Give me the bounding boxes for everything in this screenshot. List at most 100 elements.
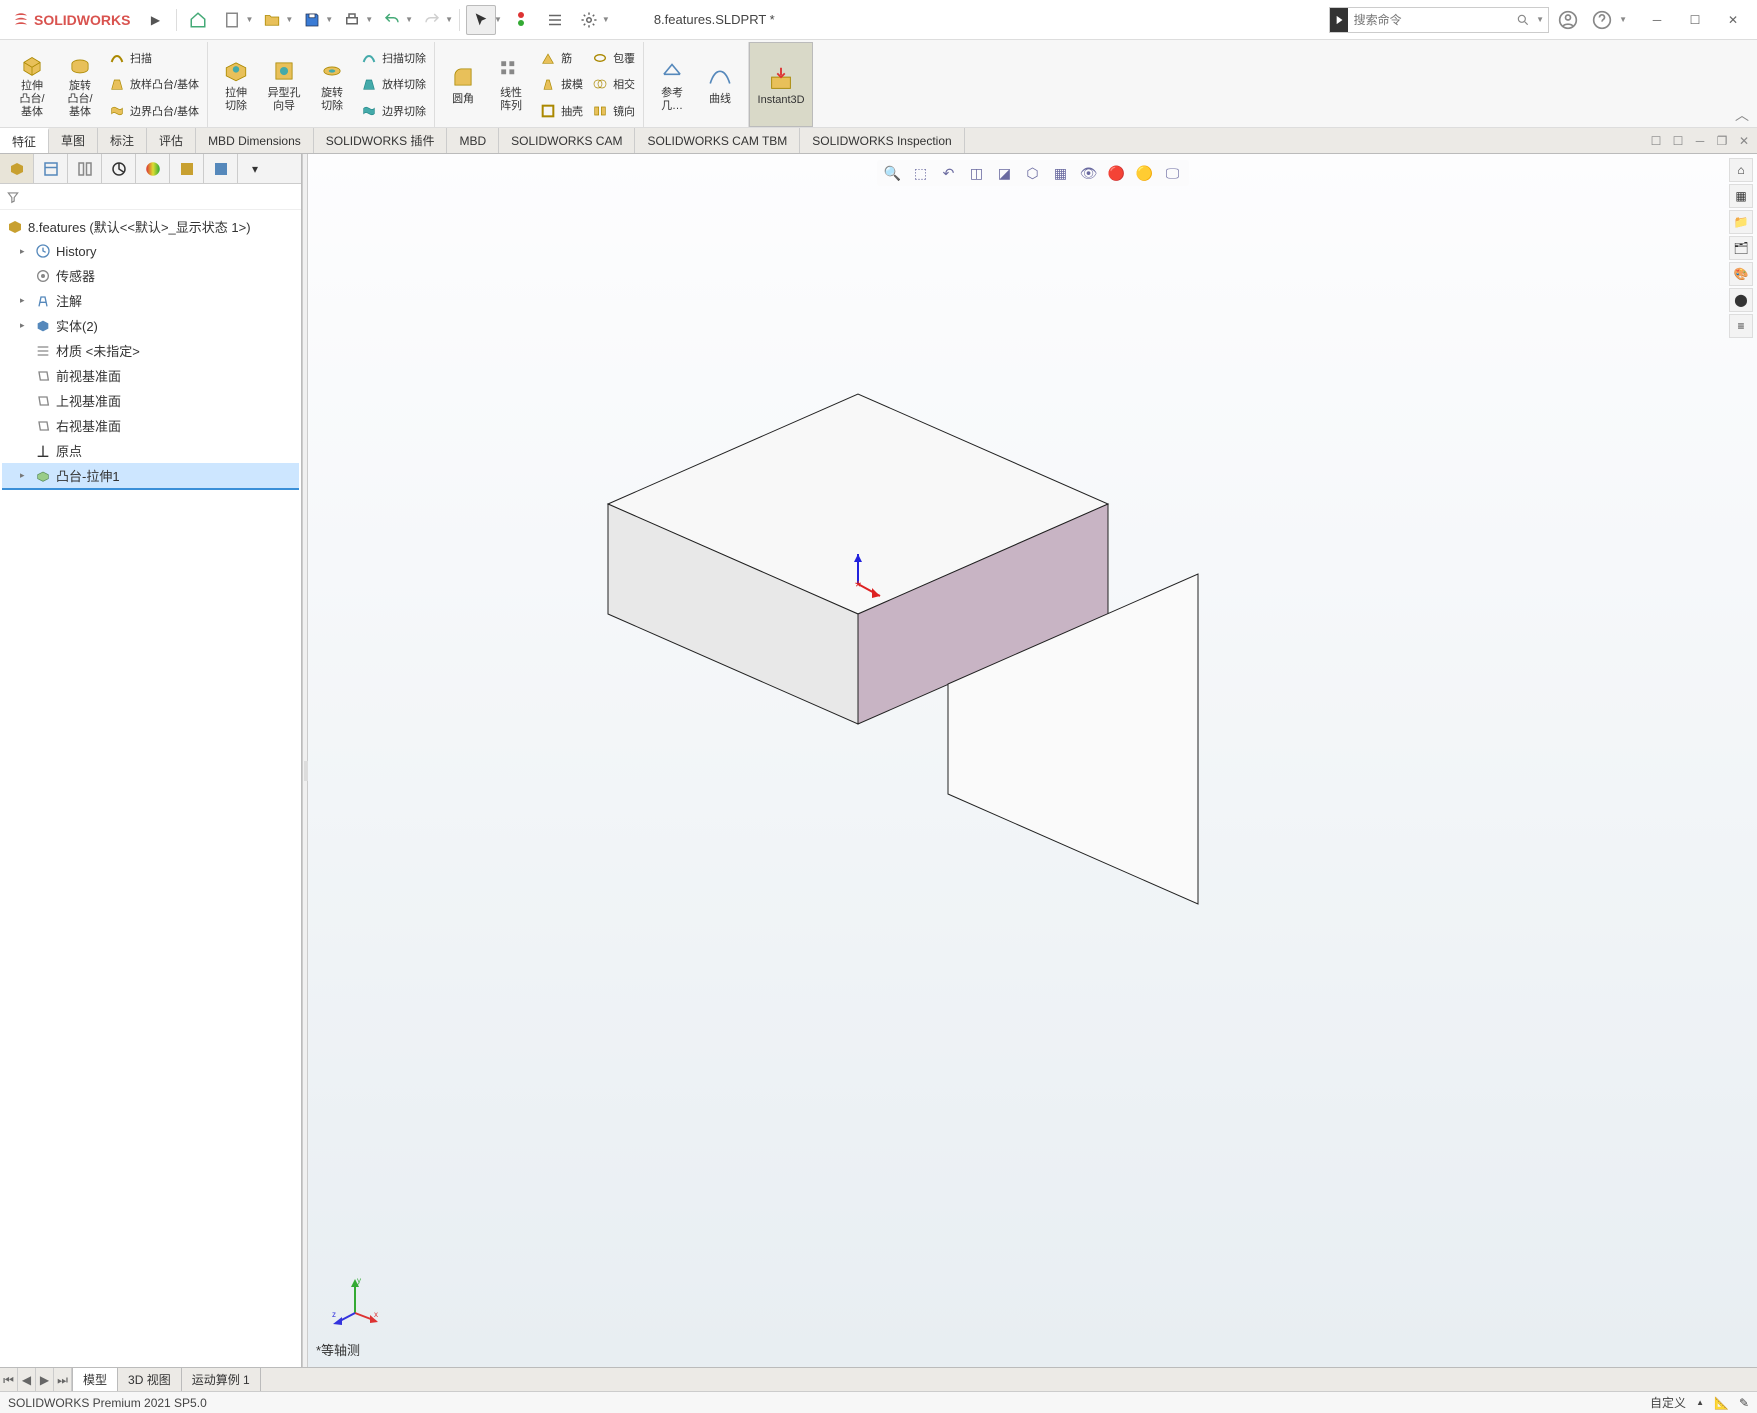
tp-file-explorer-icon[interactable]: 🗂 [1729, 236, 1753, 260]
open-icon[interactable] [257, 5, 287, 35]
fillet-button[interactable]: 圆角 [439, 44, 487, 125]
loft-boss-button[interactable]: 放样凸台/基体 [108, 73, 199, 95]
traffic-light-icon[interactable] [506, 5, 536, 35]
doc-prev-icon[interactable]: ☐ [1647, 134, 1665, 148]
select-dropdown-icon[interactable]: ▼ [494, 15, 502, 24]
fm-display-icon[interactable] [170, 154, 204, 183]
bottom-tab-model[interactable]: 模型 [73, 1368, 118, 1391]
prev-view-icon[interactable]: ↶ [937, 162, 961, 184]
tab-cam[interactable]: SOLIDWORKS CAM [499, 128, 635, 153]
options-gear-icon[interactable] [574, 5, 604, 35]
doc-restore-icon[interactable]: ❐ [1713, 134, 1731, 148]
search-icon[interactable] [1515, 13, 1533, 27]
tp-design-lib-icon[interactable]: 📁 [1729, 210, 1753, 234]
doc-close-icon[interactable]: ✕ [1735, 134, 1753, 148]
new-icon[interactable] [217, 5, 247, 35]
undo-icon[interactable] [377, 5, 407, 35]
extrude-cut-button[interactable]: 拉伸 切除 [212, 44, 260, 125]
revolve-cut-button[interactable]: 旋转 切除 [308, 44, 356, 125]
status-units-icon[interactable]: 📐 [1714, 1396, 1729, 1410]
section-view-icon[interactable]: ◫ [965, 162, 989, 184]
search-input[interactable] [1348, 8, 1515, 32]
zoom-fit-icon[interactable]: 🔍 [881, 162, 905, 184]
maximize-button[interactable]: ☐ [1677, 6, 1713, 34]
tree-filter[interactable] [0, 184, 301, 210]
ref-geometry-button[interactable]: 参考 几… [648, 44, 696, 125]
doc-minimize-icon[interactable]: ─ [1691, 134, 1709, 148]
mirror-button[interactable]: 镜向 [591, 100, 635, 122]
feature-tree[interactable]: 8.features (默认<<默认>_显示状态 1>) ▸History 传感… [0, 210, 301, 1367]
instant3d-button[interactable]: Instant3D [749, 42, 813, 127]
tree-item-right-plane[interactable]: 右视基准面 [2, 413, 299, 438]
hide-show-icon[interactable]: 👁 [1077, 162, 1101, 184]
search-dropdown-icon[interactable]: ▼ [1536, 15, 1544, 24]
tab-features[interactable]: 特征 [0, 128, 49, 153]
view-triad[interactable]: y x z [330, 1275, 380, 1325]
view-orient-icon[interactable]: ⬡ [1021, 162, 1045, 184]
sweep-boss-button[interactable]: 扫描 [108, 47, 199, 69]
boundary-boss-button[interactable]: 边界凸台/基体 [108, 100, 199, 122]
collapse-ribbon-icon[interactable]: ︿ [1735, 105, 1749, 125]
tab-mbd[interactable]: MBD [447, 128, 499, 153]
sweep-cut-button[interactable]: 扫描切除 [360, 47, 426, 69]
save-dropdown-icon[interactable]: ▼ [325, 15, 333, 24]
tab-evaluate[interactable]: 评估 [147, 128, 196, 153]
extrude-boss-button[interactable]: 拉伸 凸台/ 基体 [8, 44, 56, 125]
home-icon[interactable] [183, 5, 213, 35]
zoom-area-icon[interactable]: ⬚ [909, 162, 933, 184]
tree-item-annotations[interactable]: ▸注解 [2, 288, 299, 313]
tab-cam-tbm[interactable]: SOLIDWORKS CAM TBM [635, 128, 800, 153]
wrap-button[interactable]: 包覆 [591, 47, 635, 69]
status-custom[interactable]: 自定义 [1650, 1394, 1686, 1411]
fm-more-icon[interactable]: ▾ [238, 154, 272, 183]
options-dropdown-icon[interactable]: ▼ [602, 15, 610, 24]
loft-cut-button[interactable]: 放样切除 [360, 73, 426, 95]
tab-mbd-dim[interactable]: MBD Dimensions [196, 128, 314, 153]
tree-root[interactable]: 8.features (默认<<默认>_显示状态 1>) [2, 214, 299, 239]
select-icon[interactable] [466, 5, 496, 35]
tp-appearances-icon[interactable]: ⬤ [1729, 288, 1753, 312]
tab-nav-prev-icon[interactable]: ◀ [18, 1368, 36, 1392]
open-dropdown-icon[interactable]: ▼ [285, 15, 293, 24]
doc-next-icon[interactable]: ☐ [1669, 134, 1687, 148]
tree-item-bodies[interactable]: ▸实体(2) [2, 313, 299, 338]
expand-menu-icon[interactable]: ▶ [140, 5, 170, 35]
fm-config-icon[interactable] [68, 154, 102, 183]
minimize-button[interactable]: ─ [1639, 6, 1675, 34]
dyn-section-icon[interactable]: ◪ [993, 162, 1017, 184]
rib-button[interactable]: 筋 [539, 47, 583, 69]
boundary-cut-button[interactable]: 边界切除 [360, 100, 426, 122]
edit-appear-icon[interactable]: 🔴 [1105, 162, 1129, 184]
tp-home-icon[interactable]: ⌂ [1729, 158, 1753, 182]
fm-study-icon[interactable] [204, 154, 238, 183]
close-button[interactable]: ✕ [1715, 6, 1751, 34]
status-lock-icon[interactable]: ✎ [1739, 1396, 1749, 1410]
hole-wizard-button[interactable]: 异型孔 向导 [260, 44, 308, 125]
tab-nav-last-icon[interactable]: ⏭ [54, 1368, 72, 1392]
command-search[interactable]: ▼ [1329, 7, 1549, 33]
bottom-tab-3dview[interactable]: 3D 视图 [118, 1368, 182, 1391]
tab-annotate[interactable]: 标注 [98, 128, 147, 153]
revolve-boss-button[interactable]: 旋转 凸台/ 基体 [56, 44, 104, 125]
print-dropdown-icon[interactable]: ▼ [365, 15, 373, 24]
display-style-icon[interactable]: ▦ [1049, 162, 1073, 184]
tab-inspection[interactable]: SOLIDWORKS Inspection [800, 128, 964, 153]
tree-item-material[interactable]: 材质 <未指定> [2, 338, 299, 363]
help-icon[interactable] [1587, 5, 1617, 35]
save-icon[interactable] [297, 5, 327, 35]
tp-view-palette-icon[interactable]: 🎨 [1729, 262, 1753, 286]
shell-button[interactable]: 抽壳 [539, 100, 583, 122]
bottom-tab-motion[interactable]: 运动算例 1 [182, 1368, 261, 1391]
linear-pattern-button[interactable]: 线性 阵列 [487, 44, 535, 125]
fm-property-icon[interactable] [34, 154, 68, 183]
fm-dim-icon[interactable] [102, 154, 136, 183]
tree-item-origin[interactable]: 原点 [2, 438, 299, 463]
new-dropdown-icon[interactable]: ▼ [245, 15, 253, 24]
list-icon[interactable] [540, 5, 570, 35]
help-dropdown-icon[interactable]: ▼ [1619, 15, 1627, 24]
user-icon[interactable] [1553, 5, 1583, 35]
tab-sketch[interactable]: 草图 [49, 128, 98, 153]
draft-button[interactable]: 拔模 [539, 73, 583, 95]
tp-resources-icon[interactable]: ▦ [1729, 184, 1753, 208]
tree-item-top-plane[interactable]: 上视基准面 [2, 388, 299, 413]
